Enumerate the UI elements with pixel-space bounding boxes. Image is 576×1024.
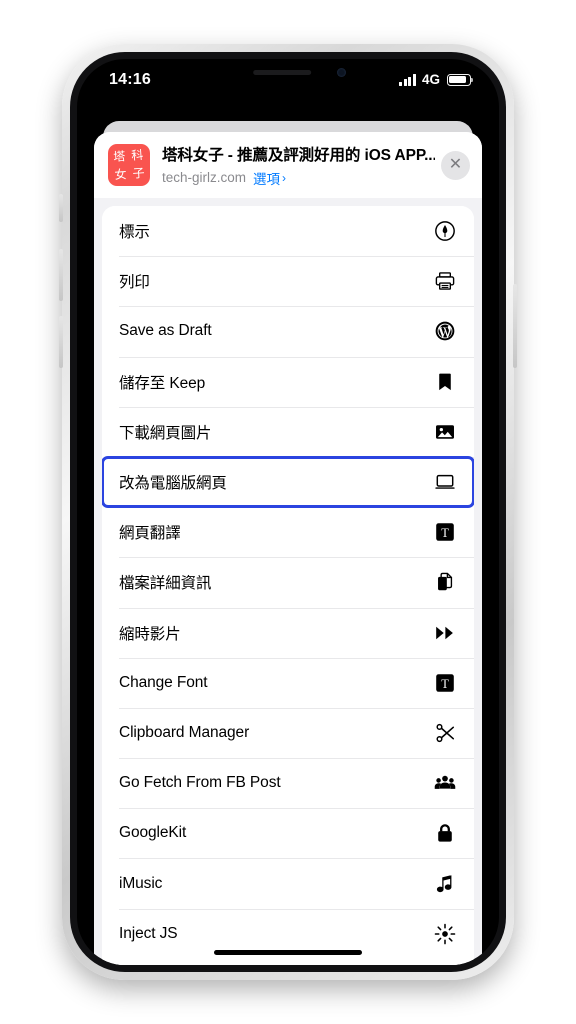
fast-forward-icon — [432, 620, 458, 646]
close-icon: ✕ — [448, 156, 463, 173]
status-time: 14:16 — [109, 71, 151, 88]
silent-switch[interactable] — [59, 194, 63, 222]
photo-icon — [432, 419, 458, 445]
favicon-glyph: 科 — [130, 147, 144, 163]
action-row-fast-forward[interactable]: 縮時影片 — [102, 607, 474, 658]
action-label: 標示 — [119, 224, 150, 242]
chevron-right-icon: › — [282, 170, 287, 185]
action-row-translate[interactable]: 網頁翻譯 T — [102, 507, 474, 558]
action-label: 儲存至 Keep — [119, 374, 206, 392]
documents-icon — [432, 569, 458, 595]
sparkle-icon — [432, 921, 458, 947]
action-row-bookmark[interactable]: 儲存至 Keep — [102, 356, 474, 407]
svg-text:T: T — [441, 526, 449, 540]
action-label: 縮時影片 — [119, 625, 181, 643]
options-link-label: 選項 — [253, 171, 281, 187]
music-note-icon — [432, 871, 458, 897]
network-type-label: 4G — [421, 72, 440, 87]
favicon-glyph: 女 — [114, 167, 128, 183]
share-sheet-header-text: 塔科女子 - 推薦及評測好用的 iOS APP... tech-girlz.co… — [162, 143, 435, 188]
action-label: 改為電腦版網頁 — [119, 475, 227, 493]
share-sheet-subline: tech-girlz.com 選項 › — [162, 168, 435, 188]
action-label: Clipboard Manager — [119, 723, 250, 741]
markup-icon — [432, 218, 458, 244]
close-button[interactable]: ✕ — [441, 150, 470, 180]
action-row-wordpress[interactable]: Save as Draft — [102, 306, 474, 357]
action-label: GoogleKit — [119, 824, 187, 842]
share-sheet-action-list[interactable]: 標示 列印 Save as Draft 儲存至 Keep 下載網頁圖片 改為電腦版網頁 網頁… — [102, 206, 474, 965]
action-label: iMusic — [119, 874, 163, 892]
status-indicators: 4G — [399, 72, 474, 87]
favicon-glyph: 塔 — [112, 149, 126, 165]
site-favicon: 塔 科 女 子 — [108, 144, 150, 186]
action-label: Inject JS — [119, 924, 178, 942]
action-label: Go Fetch From FB Post — [119, 774, 281, 792]
action-row-music-note[interactable]: iMusic — [102, 858, 474, 909]
notch — [204, 59, 372, 86]
action-row-scissors[interactable]: Clipboard Manager — [102, 707, 474, 759]
action-label: 下載網頁圖片 — [119, 424, 212, 442]
action-label: 檔案詳細資訊 — [119, 575, 212, 593]
front-camera — [337, 68, 346, 77]
people-icon — [432, 770, 458, 796]
action-row-font[interactable]: Change Font T — [102, 657, 474, 708]
wordpress-icon — [432, 318, 458, 344]
favicon-glyph: 子 — [132, 165, 146, 181]
earpiece-speaker — [253, 70, 312, 75]
action-row-markup[interactable]: 標示 — [102, 206, 474, 257]
action-row-photo[interactable]: 下載網頁圖片 — [102, 406, 474, 457]
action-label: Change Font — [119, 673, 208, 691]
font-icon: T — [432, 670, 458, 696]
volume-up-button[interactable] — [59, 249, 63, 301]
svg-text:T: T — [441, 677, 449, 691]
action-label: 網頁翻譯 — [119, 525, 181, 543]
action-row-printer[interactable]: 列印 — [102, 256, 474, 307]
desktop-icon — [432, 469, 458, 495]
printer-icon — [432, 268, 458, 294]
action-row-lock[interactable]: GoogleKit — [102, 808, 474, 859]
action-label: Save as Draft — [119, 322, 212, 340]
phone-screen: 14:16 4G 塔 科 女 子 塔科女子 - 推薦及評測好用的 iOS APP… — [77, 59, 499, 965]
signal-bars-icon — [399, 74, 416, 86]
action-row-documents[interactable]: 檔案詳細資訊 — [102, 557, 474, 608]
power-button[interactable] — [513, 284, 517, 368]
phone-frame: 14:16 4G 塔 科 女 子 塔科女子 - 推薦及評測好用的 iOS APP… — [59, 44, 517, 980]
lock-icon — [432, 820, 458, 846]
options-link[interactable]: 選項 › — [253, 168, 286, 188]
bookmark-icon — [432, 369, 458, 395]
action-row-desktop[interactable]: 改為電腦版網頁 — [102, 455, 474, 509]
share-sheet: 塔 科 女 子 塔科女子 - 推薦及評測好用的 iOS APP... tech-… — [94, 132, 482, 965]
volume-down-button[interactable] — [59, 316, 63, 368]
home-indicator[interactable] — [214, 950, 362, 955]
phone-bezel: 14:16 4G 塔 科 女 子 塔科女子 - 推薦及評測好用的 iOS APP… — [70, 52, 506, 972]
page-url: tech-girlz.com — [162, 170, 247, 185]
page-title: 塔科女子 - 推薦及評測好用的 iOS APP... — [162, 146, 435, 164]
share-sheet-header: 塔 科 女 子 塔科女子 - 推薦及評測好用的 iOS APP... tech-… — [94, 132, 482, 198]
battery-icon — [447, 73, 474, 86]
translate-icon: T — [432, 519, 458, 545]
scissors-icon — [432, 720, 458, 746]
action-row-people[interactable]: Go Fetch From FB Post — [102, 758, 474, 809]
action-label: 列印 — [119, 274, 150, 292]
